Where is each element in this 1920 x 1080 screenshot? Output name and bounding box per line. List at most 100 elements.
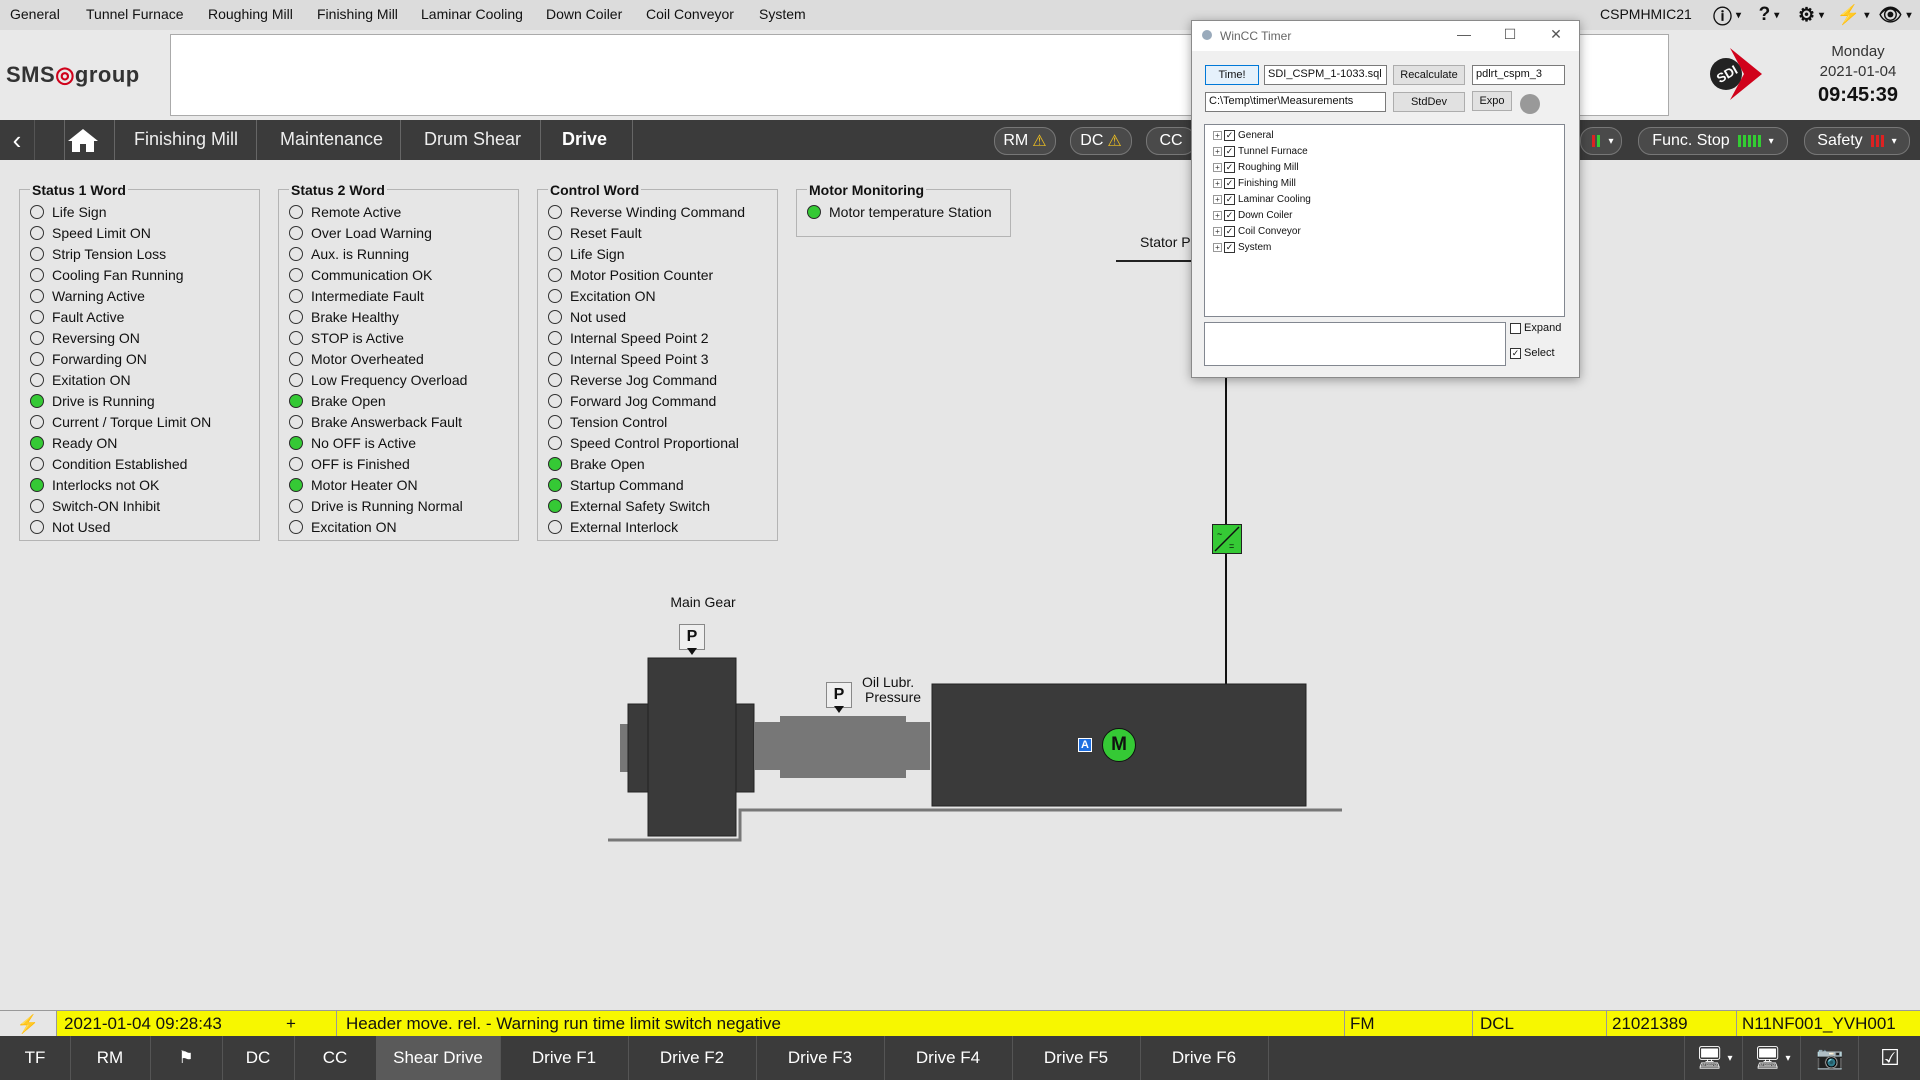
- dc-status-pill[interactable]: DC ⚠: [1070, 127, 1132, 155]
- status-row-brake-open: Brake Open: [289, 391, 386, 411]
- home-icon[interactable]: [64, 126, 102, 154]
- status-label: Strip Tension Loss: [52, 246, 167, 262]
- flag-icon[interactable]: ⚑: [150, 1036, 223, 1080]
- expand-plus-icon[interactable]: +: [1213, 210, 1222, 220]
- expand-checkbox[interactable]: Expand: [1510, 320, 1561, 336]
- lamp-off-icon: [548, 289, 562, 303]
- status-label: Reverse Winding Command: [570, 204, 746, 220]
- status-label: Motor Overheated: [311, 351, 424, 367]
- back-arrow-icon[interactable]: ‹: [0, 120, 35, 160]
- lightning-icon[interactable]: ⚡ ▾: [1834, 2, 1872, 28]
- tab-drive-f5[interactable]: Drive F5: [1012, 1036, 1141, 1080]
- expand-plus-icon[interactable]: +: [1213, 178, 1222, 188]
- tab-tf[interactable]: TF: [0, 1036, 71, 1080]
- main-gear-pressure-indicator[interactable]: P: [679, 624, 705, 650]
- monitor-menu-icon[interactable]: 🖥 ▾: [1684, 1036, 1743, 1080]
- tree-node-general[interactable]: + ✓ General: [1213, 128, 1274, 142]
- checkbox-checked-icon[interactable]: ✓: [1224, 161, 1235, 173]
- menu-item-tunnel-furnace[interactable]: Tunnel Furnace: [86, 6, 184, 22]
- path-input[interactable]: C:\Temp\timer\Measurements: [1205, 92, 1386, 112]
- tree-node-label: System: [1238, 241, 1272, 253]
- checklist-icon[interactable]: ☑: [1858, 1036, 1920, 1080]
- breadcrumb-item-drum-shear[interactable]: Drum Shear: [424, 129, 521, 150]
- menu-item-roughing-mill[interactable]: Roughing Mill: [208, 6, 293, 22]
- toggle-switch[interactable]: [1520, 94, 1562, 114]
- tree-node-laminar-cooling[interactable]: + ✓ Laminar Cooling: [1213, 192, 1311, 206]
- close-icon[interactable]: ✕: [1546, 26, 1566, 46]
- partial-status-pill[interactable]: ▾: [1580, 127, 1622, 155]
- checkbox-checked-icon[interactable]: ✓: [1224, 225, 1235, 237]
- status-row-low-frequency-overload: Low Frequency Overload: [289, 370, 467, 390]
- lamp-off-icon: [289, 373, 303, 387]
- expand-plus-icon[interactable]: +: [1213, 162, 1222, 172]
- motor-symbol[interactable]: M: [1102, 728, 1136, 762]
- maximize-icon[interactable]: ☐: [1500, 26, 1520, 46]
- menu-item-general[interactable]: General: [10, 6, 60, 22]
- rm-status-pill[interactable]: RM ⚠: [994, 127, 1056, 155]
- db-name-input[interactable]: pdlrt_cspm_3: [1472, 65, 1565, 85]
- sql-file-input[interactable]: SDI_CSPM_1-1033.sql: [1264, 65, 1387, 85]
- tree-node-coil-conveyor[interactable]: + ✓ Coil Conveyor: [1213, 224, 1301, 238]
- tab-drive-f2[interactable]: Drive F2: [628, 1036, 757, 1080]
- tab-shear-drive[interactable]: Shear Drive: [376, 1036, 501, 1080]
- checkbox-checked-icon[interactable]: ✓: [1224, 241, 1235, 253]
- wincc-timer-dialog: WinCC Timer — ☐ ✕ Time! SDI_CSPM_1-1033.…: [1191, 20, 1580, 378]
- tab-drive-f1[interactable]: Drive F1: [500, 1036, 629, 1080]
- help-icon[interactable]: ? ▾: [1750, 2, 1788, 28]
- lamp-off-icon: [548, 247, 562, 261]
- time-button[interactable]: Time!: [1205, 65, 1259, 85]
- tree-node-label: Coil Conveyor: [1238, 225, 1301, 237]
- cc-status-pill[interactable]: CC: [1146, 127, 1196, 155]
- alarm-line[interactable]: ⚡ 2021-01-04 09:28:43 + Header move. rel…: [0, 1010, 1920, 1037]
- tree-node-finishing-mill[interactable]: + ✓ Finishing Mill: [1213, 176, 1296, 190]
- select-checkbox[interactable]: ✓ Select: [1510, 345, 1555, 361]
- tab-cc[interactable]: CC: [294, 1036, 377, 1080]
- dialog-title-bar[interactable]: WinCC Timer — ☐ ✕: [1192, 21, 1579, 51]
- oil-pressure-indicator[interactable]: P: [826, 682, 852, 708]
- safety-pill[interactable]: Safety ▾: [1804, 127, 1910, 155]
- breadcrumb-item-maintenance[interactable]: Maintenance: [280, 129, 383, 150]
- minimize-icon[interactable]: —: [1454, 26, 1474, 46]
- tab-drive-f3[interactable]: Drive F3: [756, 1036, 885, 1080]
- checkbox-checked-icon[interactable]: ✓: [1224, 145, 1235, 157]
- expand-label: Expand: [1524, 322, 1562, 334]
- breadcrumb-item-finishing-mill[interactable]: Finishing Mill: [134, 129, 238, 150]
- camera-icon[interactable]: 📷: [1800, 1036, 1859, 1080]
- monitor-settings-icon[interactable]: 🖥 ▾: [1742, 1036, 1801, 1080]
- gear-icon[interactable]: ⚙ ▾: [1792, 2, 1830, 28]
- tree-node-roughing-mill[interactable]: + ✓ Roughing Mill: [1213, 160, 1299, 174]
- dc-label: DC: [1080, 132, 1104, 149]
- expand-plus-icon[interactable]: +: [1213, 130, 1222, 140]
- info-icon[interactable]: ⓘ ▾: [1708, 2, 1746, 28]
- checkbox-checked-icon[interactable]: ✓: [1224, 209, 1235, 221]
- expand-plus-icon[interactable]: +: [1213, 146, 1222, 156]
- expand-plus-icon[interactable]: +: [1213, 242, 1222, 252]
- func-stop-pill[interactable]: Func. Stop ▾: [1638, 127, 1788, 155]
- expo-button[interactable]: Expo: [1472, 91, 1512, 111]
- lightning-icon[interactable]: ⚡: [0, 1011, 56, 1037]
- menu-item-system[interactable]: System: [759, 6, 806, 22]
- checkbox-checked-icon[interactable]: ✓: [1224, 193, 1235, 205]
- status-label: Exitation ON: [52, 372, 131, 388]
- menu-item-down-coiler[interactable]: Down Coiler: [546, 6, 622, 22]
- tab-dc[interactable]: DC: [222, 1036, 295, 1080]
- status-row-remote-active: Remote Active: [289, 202, 401, 222]
- checkbox-checked-icon[interactable]: ✓: [1224, 177, 1235, 189]
- expand-plus-icon[interactable]: +: [1213, 194, 1222, 204]
- tree-node-down-coiler[interactable]: + ✓ Down Coiler: [1213, 208, 1292, 222]
- menu-item-coil-conveyor[interactable]: Coil Conveyor: [646, 6, 734, 22]
- eye-icon[interactable]: 👁 ▾: [1876, 2, 1914, 28]
- menu-item-finishing-mill[interactable]: Finishing Mill: [317, 6, 398, 22]
- output-textbox[interactable]: [1204, 322, 1506, 366]
- checkbox-checked-icon[interactable]: ✓: [1224, 129, 1235, 141]
- stddev-button[interactable]: StdDev: [1393, 92, 1465, 112]
- converter-icon[interactable]: ~ =: [1212, 524, 1242, 554]
- tree-node-system[interactable]: + ✓ System: [1213, 240, 1271, 254]
- tab-rm[interactable]: RM: [70, 1036, 151, 1080]
- tree-node-tunnel-furnace[interactable]: + ✓ Tunnel Furnace: [1213, 144, 1308, 158]
- menu-item-laminar-cooling[interactable]: Laminar Cooling: [421, 6, 523, 22]
- expand-plus-icon[interactable]: +: [1213, 226, 1222, 236]
- recalculate-button[interactable]: Recalculate: [1393, 65, 1465, 85]
- tab-drive-f4[interactable]: Drive F4: [884, 1036, 1013, 1080]
- tab-drive-f6[interactable]: Drive F6: [1140, 1036, 1269, 1080]
